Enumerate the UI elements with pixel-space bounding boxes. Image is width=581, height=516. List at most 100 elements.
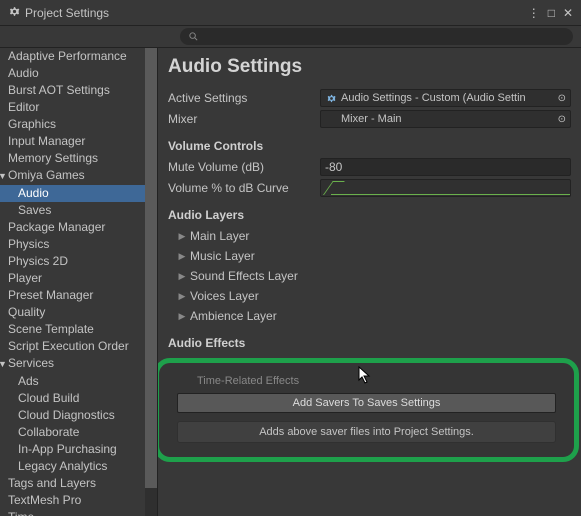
layer-label: Voices Layer [190,289,259,303]
effects-cutoff-row: Time-Related Effects [197,375,556,387]
sidebar-item-label: Quality [8,305,45,319]
sidebar-item-memory-settings[interactable]: Memory Settings [0,150,157,167]
volume-controls-header: Volume Controls [168,139,571,153]
scrollbar-thumb[interactable] [145,48,157,488]
sidebar-item-label: Cloud Build [18,391,79,405]
sidebar-item-preset-manager[interactable]: Preset Manager [0,287,157,304]
sidebar-item-omiya-games[interactable]: ▼Omiya Games [0,167,157,185]
sidebar-item-input-manager[interactable]: Input Manager [0,133,157,150]
sidebar-item-graphics[interactable]: Graphics [0,116,157,133]
add-savers-button[interactable]: Add Savers To Saves Settings [177,393,556,413]
active-settings-field[interactable]: Audio Settings - Custom (Audio Settin ⊙ [320,89,571,107]
mixer-field[interactable]: Mixer - Main ⊙ [320,110,571,128]
sidebar-item-label: Adaptive Performance [8,49,127,63]
foldout-arrow-icon[interactable]: ▶ [174,311,190,322]
sidebar-item-label: Preset Manager [8,288,93,302]
foldout-arrow-icon[interactable]: ▶ [174,271,190,282]
sidebar-item-quality[interactable]: Quality [0,304,157,321]
sidebar-item-scene-template[interactable]: Scene Template [0,321,157,338]
window-title: Project Settings [25,6,109,20]
sidebar-item-textmesh-pro[interactable]: TextMesh Pro [0,492,157,509]
mixer-asset-icon [325,113,337,125]
sidebar-item-script-execution-order[interactable]: Script Execution Order [0,338,157,355]
sidebar-item-legacy-analytics[interactable]: Legacy Analytics [0,458,157,475]
audio-effects-header: Audio Effects [168,336,571,350]
sidebar-item-in-app-purchasing[interactable]: In-App Purchasing [0,441,157,458]
layer-row[interactable]: ▶Music Layer [174,246,571,266]
layer-label: Ambience Layer [190,309,277,323]
highlight-box: Time-Related Effects Add Savers To Saves… [158,358,579,462]
add-savers-description: Adds above saver files into Project Sett… [177,421,556,443]
mute-volume-label: Mute Volume (dB) [168,160,320,174]
window-header: Project Settings ⋮ □ ✕ [0,0,581,26]
sidebar-item-label: Physics 2D [8,254,68,268]
sidebar-item-label: Time [8,510,34,516]
sidebar-item-label: Physics [8,237,49,251]
sidebar-item-saves[interactable]: Saves [0,202,157,219]
sidebar-item-label: Legacy Analytics [18,459,107,473]
sidebar-item-audio[interactable]: Audio [0,185,157,202]
sidebar-item-tags-and-layers[interactable]: Tags and Layers [0,475,157,492]
layer-row[interactable]: ▶Ambience Layer [174,306,571,326]
sidebar-item-label: Package Manager [8,220,105,234]
sidebar-scrollbar[interactable] [145,48,157,516]
sidebar-item-label: Scene Template [8,322,94,336]
foldout-arrow-icon[interactable]: ▶ [174,251,190,262]
sidebar-item-ads[interactable]: Ads [0,373,157,390]
sidebar-item-package-manager[interactable]: Package Manager [0,219,157,236]
sidebar-item-label: Burst AOT Settings [8,83,110,97]
settings-asset-icon [325,92,337,104]
sidebar-item-time[interactable]: Time [0,509,157,516]
sidebar-item-adaptive-performance[interactable]: Adaptive Performance [0,48,157,65]
mixer-value: Mixer - Main [341,113,402,125]
menu-icon[interactable]: ⋮ [528,6,540,20]
sidebar-item-collaborate[interactable]: Collaborate [0,424,157,441]
sidebar-item-label: Saves [18,203,51,217]
sidebar-item-audio[interactable]: Audio [0,65,157,82]
curve-label: Volume % to dB Curve [168,181,320,195]
audio-layers-header: Audio Layers [168,208,571,222]
layer-label: Sound Effects Layer [190,269,298,283]
window-controls: ⋮ □ ✕ [528,6,573,20]
layer-row[interactable]: ▶Voices Layer [174,286,571,306]
expand-arrow-icon[interactable]: ▼ [0,169,8,184]
sidebar-item-label: Collaborate [18,425,79,439]
sidebar-item-label: Memory Settings [8,151,98,165]
sidebar-item-editor[interactable]: Editor [0,99,157,116]
sidebar: Adaptive Performance Audio Burst AOT Setti… [0,48,158,516]
search-input[interactable] [180,28,573,45]
sidebar-item-label: TextMesh Pro [8,493,81,507]
layer-row[interactable]: ▶Sound Effects Layer [174,266,571,286]
sidebar-item-physics-2d[interactable]: Physics 2D [0,253,157,270]
object-picker-icon[interactable]: ⊙ [558,114,566,125]
sidebar-item-label: Graphics [8,117,56,131]
sidebar-item-label: In-App Purchasing [18,442,117,456]
sidebar-item-label: Ads [18,374,39,388]
active-settings-value: Audio Settings - Custom (Audio Settin [341,92,526,104]
sidebar-item-services[interactable]: ▼Services [0,355,157,373]
sidebar-item-label: Script Execution Order [8,339,129,353]
sidebar-item-label: Player [8,271,42,285]
mute-volume-input[interactable]: -80 [320,158,571,176]
sidebar-item-burst-aot-settings[interactable]: Burst AOT Settings [0,82,157,99]
foldout-arrow-icon[interactable]: ▶ [174,231,190,242]
search-row [0,26,581,48]
gear-icon [8,5,21,21]
expand-arrow-icon[interactable]: ▼ [0,357,8,372]
sidebar-item-label: Audio [8,66,39,80]
sidebar-item-label: Cloud Diagnostics [18,408,115,422]
sidebar-item-player[interactable]: Player [0,270,157,287]
sidebar-item-label: Services [8,356,54,370]
sidebar-item-label: Editor [8,100,39,114]
curve-field[interactable] [320,179,571,197]
sidebar-item-cloud-diagnostics[interactable]: Cloud Diagnostics [0,407,157,424]
sidebar-item-cloud-build[interactable]: Cloud Build [0,390,157,407]
close-icon[interactable]: ✕ [563,6,573,20]
layer-row[interactable]: ▶Main Layer [174,226,571,246]
sidebar-item-physics[interactable]: Physics [0,236,157,253]
maximize-icon[interactable]: □ [548,6,555,20]
sidebar-item-label: Input Manager [8,134,85,148]
foldout-arrow-icon[interactable]: ▶ [174,291,190,302]
sidebar-item-label: Audio [18,186,49,200]
object-picker-icon[interactable]: ⊙ [558,93,566,104]
